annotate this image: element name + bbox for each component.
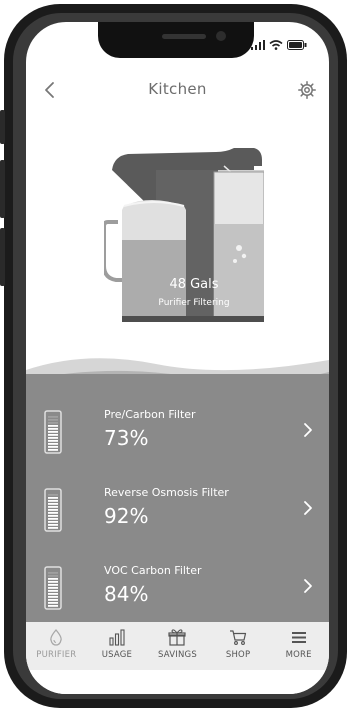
filter-level-bar [48,575,58,577]
tab-usage[interactable]: USAGE [87,622,148,670]
filter-level-bar [48,428,58,430]
filter-percent: 84% [104,582,149,606]
filter-level-bar [48,425,58,427]
status-bar [251,40,307,50]
filter-level-bar [48,593,58,595]
tab-label: USAGE [101,650,133,660]
home-area [26,670,329,694]
tab-label: SAVINGS [158,650,197,660]
menu-icon [291,632,306,643]
camera [216,31,226,41]
filter-row-voc-carbon[interactable]: VOC Carbon Filter 84% [26,554,329,626]
tab-label: MORE [285,650,312,660]
filter-name: VOC Carbon Filter [104,564,202,577]
filter-level-bar [48,509,58,511]
filter-level-bar [48,416,58,418]
filter-level-bar [48,422,58,424]
battery-icon [287,40,307,50]
tab-savings[interactable]: SAVINGS [147,622,208,670]
side-button [0,110,5,144]
gallons-readout: 48 Gals [169,277,219,292]
tab-more[interactable]: MORE [268,622,329,670]
filter-name: Reverse Osmosis Filter [104,486,229,499]
filter-level-bar [48,446,58,448]
speaker [162,34,206,39]
filter-level-bar [48,503,58,505]
chevron-right-icon [304,501,312,515]
filter-level-bar [48,527,58,529]
tab-purifier[interactable]: PURIFIER [26,622,87,670]
drop-icon [50,629,63,646]
filter-level-bar [48,512,58,514]
filter-level-bar [48,590,58,592]
filter-level-bar [48,587,58,589]
gift-icon [168,629,187,646]
tab-shop[interactable]: SHOP [208,622,269,670]
signal-icon [251,40,265,50]
filter-level-bar [48,437,58,439]
page-title: Kitchen [148,80,207,98]
filter-percent: 92% [104,504,149,528]
filter-level-bar [48,596,58,598]
notch [98,22,254,58]
gear-icon [298,81,316,99]
filter-row-reverse-osmosis[interactable]: Reverse Osmosis Filter 92% [26,476,329,548]
tab-label: PURIFIER [36,650,77,660]
filter-level-bar [48,605,58,607]
filter-level-bar [48,434,58,436]
filter-level-bar [48,443,58,445]
filter-percent: 73% [104,426,149,450]
filter-level-bar [48,524,58,526]
filter-cartridge-icon [44,410,62,454]
tab-label: SHOP [225,650,251,660]
filter-level-bar [48,431,58,433]
filter-level-bar [48,497,58,499]
filter-level-bar [48,578,58,580]
filter-level-bar [48,581,58,583]
filter-level-bar [48,449,58,451]
filter-level-bar [48,518,58,520]
filter-cartridge-icon [44,566,62,610]
purifier-illustration [104,148,264,322]
filter-level-bar [48,494,58,496]
tab-bar: PURIFIER USAGE SAVINGS SHOP MORE [26,622,329,670]
filter-level-bar [48,506,58,508]
filter-cartridge-icon [44,488,62,532]
chevron-right-icon [304,423,312,437]
filter-row-pre-carbon[interactable]: Pre/Carbon Filter 73% [26,398,329,470]
filter-level-bar [48,515,58,517]
filter-level-bar [48,599,58,601]
side-button [0,160,5,218]
settings-button[interactable] [297,80,317,100]
filter-level-bar [48,572,58,574]
app-screen: Kitchen 48 Gals Purifier Filtering Pre/C… [26,22,329,694]
filter-name: Pre/Carbon Filter [104,408,196,421]
filter-level-bar [48,440,58,442]
filter-level-bar [48,419,58,421]
bar-chart-icon [109,629,125,646]
filter-level-bar [48,500,58,502]
filter-level-bar [48,521,58,523]
filter-level-bar [48,584,58,586]
chevron-right-icon [304,579,312,593]
side-button [0,228,5,286]
header: Kitchen [26,74,329,108]
filter-level-bar [48,602,58,604]
wifi-icon [269,40,283,50]
cart-icon [230,630,247,645]
purifier-status: Purifier Filtering [158,298,230,308]
filter-list: Pre/Carbon Filter 73% Reverse Osmosis Fi… [26,374,329,622]
